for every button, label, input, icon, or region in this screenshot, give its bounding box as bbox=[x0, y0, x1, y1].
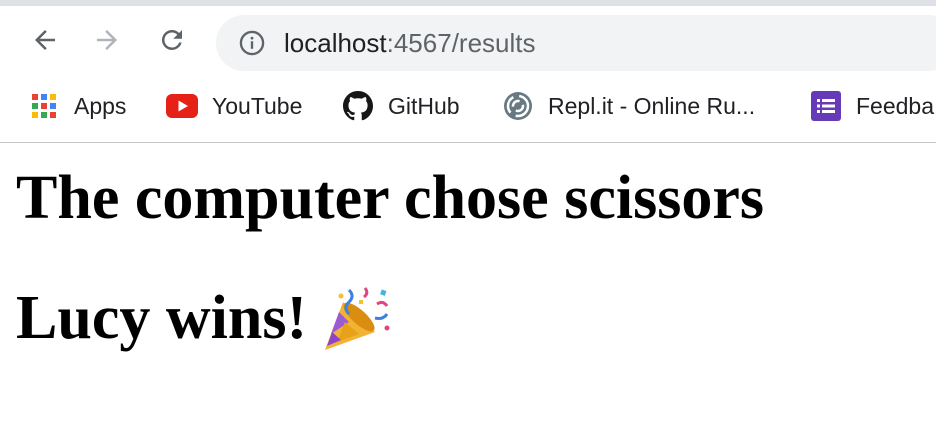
bookmark-label: YouTube bbox=[212, 92, 303, 119]
bookmark-replit[interactable]: Repl.it - Online Ru... bbox=[502, 90, 755, 122]
bookmark-label: GitHub bbox=[388, 92, 460, 119]
result-heading: Lucy wins! bbox=[16, 282, 395, 354]
url-text[interactable]: localhost:4567/results bbox=[284, 29, 536, 57]
address-bar[interactable]: localhost:4567/results bbox=[216, 15, 936, 71]
url-path: :4567/results bbox=[386, 28, 536, 58]
url-host: localhost bbox=[284, 28, 387, 58]
bookmark-label: Feedba bbox=[856, 92, 935, 119]
back-arrow-icon bbox=[35, 30, 55, 50]
bookmark-github[interactable]: GitHub bbox=[342, 90, 460, 122]
bookmark-label: Repl.it - Online Ru... bbox=[548, 92, 756, 119]
result-text: Lucy wins! bbox=[16, 284, 308, 352]
bookmark-youtube[interactable]: YouTube bbox=[166, 90, 302, 122]
info-icon[interactable] bbox=[238, 29, 266, 57]
reload-button[interactable] bbox=[155, 23, 189, 57]
back-button[interactable] bbox=[28, 23, 62, 57]
youtube-icon bbox=[166, 90, 198, 122]
forms-icon bbox=[810, 90, 842, 122]
page-content: The computer chose scissors Lucy wins! bbox=[0, 144, 936, 442]
github-icon bbox=[342, 90, 374, 122]
computer-choice-heading: The computer chose scissors bbox=[16, 164, 764, 232]
bookmarks-bar: Apps YouTube GitHub Repl.it - Online Ru.… bbox=[0, 78, 936, 143]
browser-toolbar: localhost:4567/results bbox=[0, 6, 936, 78]
forward-button[interactable] bbox=[90, 23, 124, 57]
bookmark-label: Apps bbox=[74, 92, 127, 119]
bookmark-feedback[interactable]: Feedba bbox=[810, 90, 934, 122]
reload-icon bbox=[161, 29, 182, 50]
forward-arrow-icon bbox=[97, 30, 117, 50]
replit-icon bbox=[502, 90, 534, 122]
bookmark-apps[interactable]: Apps bbox=[28, 90, 126, 122]
party-popper-icon bbox=[325, 287, 390, 350]
apps-grid-icon bbox=[28, 90, 60, 122]
